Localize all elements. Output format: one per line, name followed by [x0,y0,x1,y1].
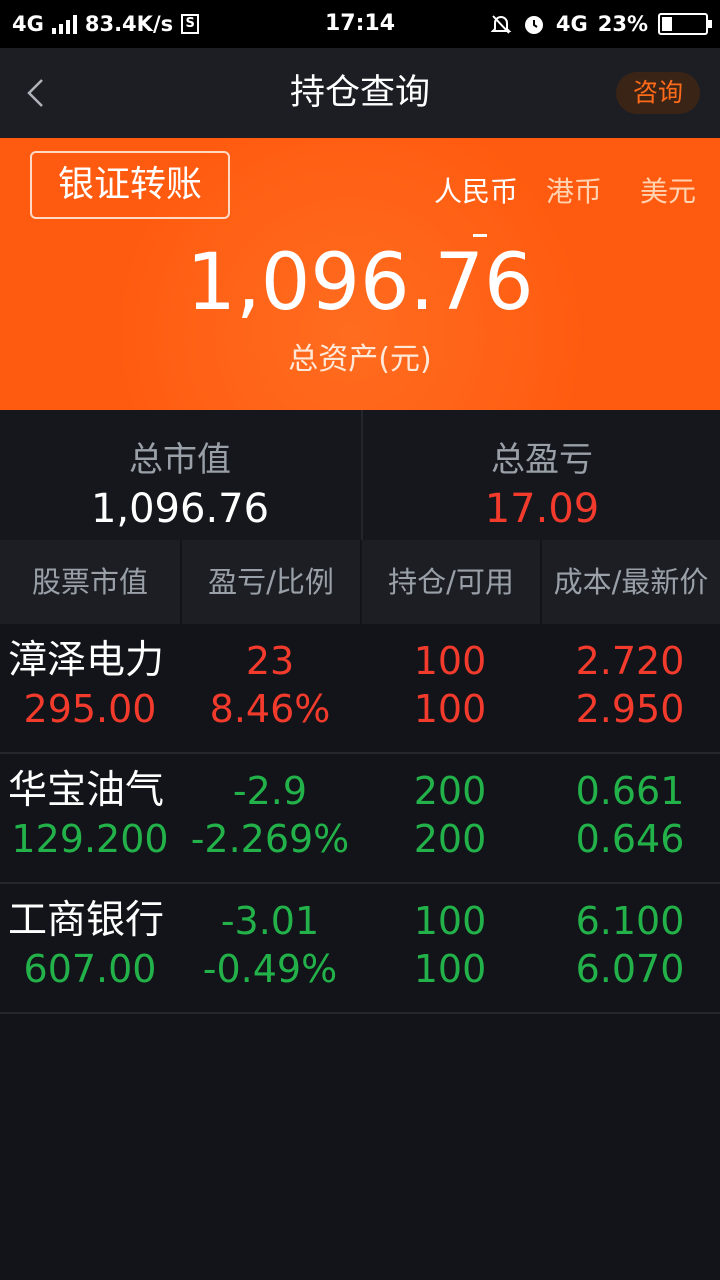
nav-bar: 持仓查询 咨询 [0,48,720,138]
bank-transfer-button[interactable]: 银证转账 [30,151,230,219]
stock-position: 100 [413,899,487,943]
stock-available: 100 [413,947,487,991]
total-assets-value: 1,096.76 [186,238,534,328]
currency-tab-usd[interactable]: 美元 [640,170,696,210]
table-row[interactable]: 华宝油气 129.200 -2.9 -2.269% 200 200 0.661 … [0,754,720,884]
stock-cost: 0.661 [575,769,685,813]
stock-profit: 23 [245,639,295,683]
consult-button[interactable]: 咨询 [616,72,700,114]
stock-latest-price: 0.646 [575,817,685,861]
profit-label: 总盈亏 [491,440,593,480]
stock-profit-ratio: -0.49% [202,947,338,991]
status-bar: 4G 83.4K/s S 17:14 4G 23% [0,0,720,48]
stock-available: 200 [413,817,487,861]
mute-bell-icon [490,15,512,34]
stock-cost: 2.720 [575,639,685,683]
market-value-section: 总市值 1,096.76 [0,410,360,540]
header-cost-latest: 成本/最新价 [540,540,720,624]
currency-selected-indicator [473,234,487,237]
profit-section: 总盈亏 17.09 [361,410,720,540]
stock-position: 200 [413,769,487,813]
stock-name: 工商银行 [8,898,165,943]
stock-position: 100 [413,639,487,683]
alarm-icon [524,16,543,34]
assets-banner: 银证转账 人民币 港币 美元 1,096.76 总资产(元) [0,138,720,410]
status-right: 4G 23% [490,0,712,48]
stock-latest-price: 2.950 [575,687,685,731]
stock-market-value: 129.200 [11,817,169,861]
stock-market-value: 607.00 [23,947,157,991]
battery-percent: 23% [597,12,648,36]
stock-profit: -3.01 [220,899,320,943]
currency-tab-hkd[interactable]: 港币 [546,170,602,210]
stock-market-value: 295.00 [23,687,157,731]
market-value-label: 总市值 [129,440,231,480]
currency-tab-rmb[interactable]: 人民币 [434,170,518,210]
stock-profit: -2.9 [232,769,308,813]
table-header: 股票市值 盈亏/比例 持仓/可用 成本/最新价 [0,540,720,624]
header-market-value: 股票市值 [31,565,148,599]
stock-available: 100 [413,687,487,731]
stock-name: 漳泽电力 [8,638,165,683]
stock-cost: 6.100 [575,899,685,943]
network-type-2: 4G [555,12,588,36]
total-profit-value: 17.09 [484,486,600,532]
table-row[interactable]: 漳泽电力 295.00 23 8.46% 100 100 2.720 2.950 [0,624,720,754]
battery-level [662,17,672,31]
stock-profit-ratio: -2.269% [190,817,350,861]
header-profit-ratio: 盈亏/比例 [180,540,360,624]
market-value: 1,096.76 [90,486,270,532]
stock-name: 华宝油气 [8,768,165,813]
table-row[interactable]: 工商银行 607.00 -3.01 -0.49% 100 100 6.100 6… [0,884,720,1014]
battery-icon [658,13,712,35]
page-title: 持仓查询 [289,73,430,113]
summary-panel: 总市值 1,096.76 总盈亏 17.09 [0,410,720,540]
stock-latest-price: 6.070 [575,947,685,991]
total-assets-label: 总资产(元) [288,342,432,377]
stock-profit-ratio: 8.46% [209,687,331,731]
header-position-available: 持仓/可用 [360,540,540,624]
